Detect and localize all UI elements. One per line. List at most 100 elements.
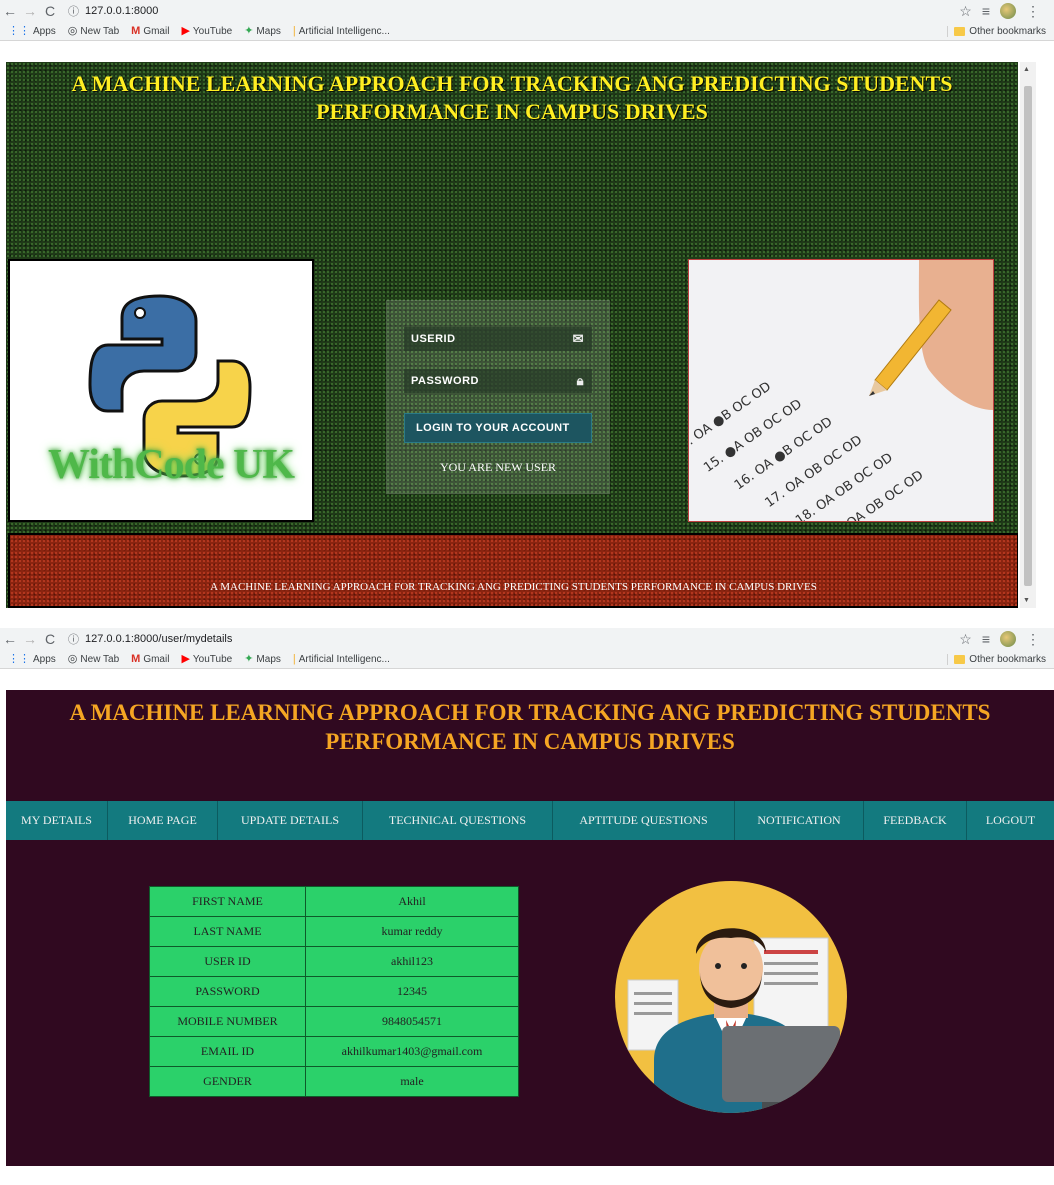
user-avatar bbox=[614, 880, 848, 1114]
login-form: USERID ✉ PASSWORD 🔒︎ LOGIN TO YOUR ACCOU… bbox=[386, 300, 610, 494]
youtube-icon: ▶ bbox=[181, 652, 190, 665]
other-bookmarks[interactable]: Other bookmarks bbox=[947, 653, 1046, 665]
withcode-logo-text: WithCode UK bbox=[48, 442, 295, 488]
browser-toolbar: ← → C ⓘ 127.0.0.1:8000 ☆ ≡ ⋮ bbox=[0, 0, 1054, 22]
exam-sheet-image: 14. OA ●B OC OD 15. ●A OB OC OD 16. OA ●… bbox=[688, 259, 994, 522]
bookmark-apps[interactable]: ⋮⋮ Apps bbox=[8, 652, 56, 665]
bookmark-new-tab[interactable]: ◎ New Tab bbox=[67, 24, 119, 37]
exam-row-3: 16. OA ●B OC OD bbox=[732, 414, 836, 493]
scroll-thumb[interactable] bbox=[1024, 86, 1032, 586]
bookmark-gmail[interactable]: M Gmail bbox=[131, 653, 169, 665]
nav-my-details[interactable]: MY DETAILS bbox=[6, 801, 108, 840]
bookmark-icon: | bbox=[292, 652, 296, 665]
nav-technical-questions[interactable]: TECHNICAL QUESTIONS bbox=[363, 801, 553, 840]
row-label: GENDER bbox=[149, 1066, 306, 1097]
table-row: EMAIL ID akhilkumar1403@gmail.com bbox=[149, 1036, 519, 1067]
scroll-down-icon[interactable]: ▼ bbox=[1023, 597, 1030, 604]
user-details-table: FIRST NAME Akhil LAST NAME kumar reddy USE… bbox=[149, 886, 519, 1097]
info-icon: ⓘ bbox=[68, 6, 79, 18]
python-logo-panel: WithCode UK bbox=[8, 259, 314, 522]
table-row: PASSWORD 12345 bbox=[149, 976, 519, 1007]
bookmarks-bar: ⋮⋮ Apps ◎ New Tab M Gmail ▶ YouTube ✦ Maps | A… bbox=[0, 650, 1054, 669]
other-bookmarks[interactable]: Other bookmarks bbox=[947, 25, 1046, 37]
mydetails-page: A MACHINE LEARNING APPROACH FOR TRACKING… bbox=[6, 690, 1054, 1166]
table-row: USER ID akhil123 bbox=[149, 946, 519, 977]
maps-icon: ✦ bbox=[244, 24, 254, 37]
url-text: 127.0.0.1:8000 bbox=[85, 5, 159, 17]
row-value: kumar reddy bbox=[305, 916, 519, 947]
lock-icon: 🔒︎ bbox=[576, 373, 584, 388]
vertical-scrollbar[interactable]: ▲ ▼ bbox=[1020, 62, 1036, 608]
forward-icon[interactable]: → bbox=[20, 631, 40, 647]
bookmark-youtube[interactable]: ▶ YouTube bbox=[181, 25, 232, 37]
row-value: Akhil bbox=[305, 886, 519, 917]
bookmark-ai[interactable]: | Artificial Intelligenc... bbox=[292, 652, 390, 665]
envelope-icon: ✉ bbox=[572, 331, 584, 346]
login-screenshot: ← → C ⓘ 127.0.0.1:8000 ☆ ≡ ⋮ ⋮⋮ Apps ◎ New… bbox=[0, 0, 1054, 610]
reading-list-icon[interactable]: ≡ bbox=[982, 3, 990, 19]
nav-logout[interactable]: LOGOUT bbox=[967, 801, 1054, 840]
bookmark-maps[interactable]: ✦ Maps bbox=[244, 652, 281, 665]
row-label: EMAIL ID bbox=[149, 1036, 306, 1067]
forward-icon[interactable]: → bbox=[20, 3, 40, 19]
profile-avatar-icon[interactable] bbox=[1000, 3, 1016, 19]
scroll-up-icon[interactable]: ▲ bbox=[1023, 66, 1030, 73]
exam-row-4: 17. OA OB OC OD bbox=[762, 433, 865, 511]
nav-notification[interactable]: NOTIFICATION bbox=[735, 801, 864, 840]
row-value: male bbox=[305, 1066, 519, 1097]
password-field[interactable]: PASSWORD 🔒︎ bbox=[404, 369, 592, 393]
nav-home-page[interactable]: HOME PAGE bbox=[108, 801, 218, 840]
mydetails-screenshot: ← → C ⓘ 127.0.0.1:8000/user/mydetails ☆ … bbox=[0, 628, 1054, 1185]
user-illustration-icon bbox=[615, 881, 847, 1113]
globe-icon: ◎ bbox=[67, 24, 78, 37]
reading-list-icon[interactable]: ≡ bbox=[982, 631, 990, 647]
nav-update-details[interactable]: UPDATE DETAILS bbox=[218, 801, 363, 840]
profile-avatar-icon[interactable] bbox=[1000, 631, 1016, 647]
nav-feedback[interactable]: FEEDBACK bbox=[864, 801, 967, 840]
row-value: akhil123 bbox=[305, 946, 519, 977]
bookmark-ai[interactable]: | Artificial Intelligenc... bbox=[293, 25, 390, 37]
back-icon[interactable]: ← bbox=[0, 3, 20, 19]
nav-aptitude-questions[interactable]: APTITUDE QUESTIONS bbox=[553, 801, 735, 840]
bookmark-new-tab[interactable]: ◎ New Tab bbox=[67, 652, 119, 665]
table-row: LAST NAME kumar reddy bbox=[149, 916, 519, 947]
apps-grid-icon: ⋮⋮ bbox=[8, 652, 30, 665]
login-button[interactable]: LOGIN TO YOUR ACCOUNT bbox=[404, 413, 592, 443]
bookmark-gmail[interactable]: M Gmail bbox=[131, 25, 169, 37]
row-value: 12345 bbox=[305, 976, 519, 1007]
menu-icon[interactable]: ⋮ bbox=[1026, 3, 1040, 20]
table-row: FIRST NAME Akhil bbox=[149, 886, 519, 917]
login-page: A MACHINE LEARNING APPROACH FOR TRACKING… bbox=[6, 62, 1018, 608]
row-label: LAST NAME bbox=[149, 916, 306, 947]
bookmark-apps[interactable]: ⋮⋮ Apps bbox=[8, 25, 56, 37]
row-label: PASSWORD bbox=[149, 976, 306, 1007]
star-icon[interactable]: ☆ bbox=[959, 631, 972, 648]
globe-icon: ◎ bbox=[67, 652, 78, 665]
main-nav: MY DETAILS HOME PAGE UPDATE DETAILS TECH… bbox=[6, 801, 1054, 840]
row-label: FIRST NAME bbox=[149, 886, 306, 917]
address-bar[interactable]: ⓘ 127.0.0.1:8000/user/mydetails bbox=[68, 631, 232, 647]
address-bar[interactable]: ⓘ 127.0.0.1:8000 bbox=[68, 3, 158, 19]
pencil-hand-icon bbox=[869, 260, 993, 410]
reload-icon[interactable]: C bbox=[40, 631, 60, 647]
folder-icon bbox=[954, 26, 966, 36]
page-title: A MACHINE LEARNING APPROACH FOR TRACKING… bbox=[69, 700, 991, 754]
maps-icon: ✦ bbox=[244, 652, 254, 665]
reload-icon[interactable]: C bbox=[40, 3, 60, 19]
table-row: MOBILE NUMBER 9848054571 bbox=[149, 1006, 519, 1037]
bookmark-maps[interactable]: ✦ Maps bbox=[244, 24, 281, 37]
row-value: 9848054571 bbox=[305, 1006, 519, 1037]
table-row: GENDER male bbox=[149, 1066, 519, 1097]
new-user-link[interactable]: YOU ARE NEW USER bbox=[387, 460, 609, 475]
bookmark-youtube[interactable]: ▶ YouTube bbox=[181, 652, 232, 665]
exam-row-2: 15. ●A OB OC OD bbox=[701, 397, 805, 476]
userid-field[interactable]: USERID ✉ bbox=[404, 327, 592, 351]
menu-icon[interactable]: ⋮ bbox=[1026, 631, 1040, 648]
browser-toolbar: ← → C ⓘ 127.0.0.1:8000/user/mydetails ☆ … bbox=[0, 628, 1054, 650]
exam-sheet-drawing: 14. OA ●B OC OD 15. ●A OB OC OD 16. OA ●… bbox=[689, 260, 993, 521]
star-icon[interactable]: ☆ bbox=[959, 3, 972, 20]
back-icon[interactable]: ← bbox=[0, 631, 20, 647]
url-text: 127.0.0.1:8000/user/mydetails bbox=[85, 633, 233, 645]
folder-icon bbox=[954, 654, 966, 664]
row-label: USER ID bbox=[149, 946, 306, 977]
